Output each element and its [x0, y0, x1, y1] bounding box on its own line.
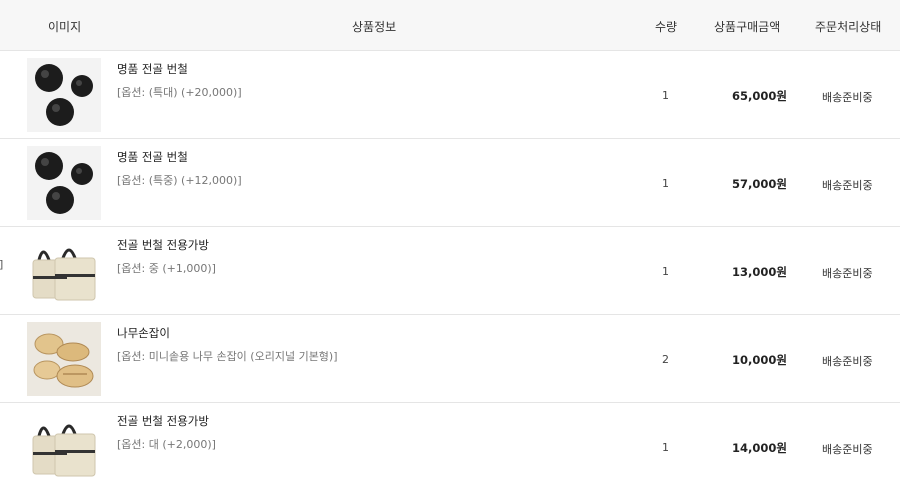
- header-image: 이미지: [48, 20, 82, 34]
- product-option: [옵션: 미니솥용 나무 손잡이 (오리지널 기본형)]: [117, 350, 338, 363]
- order-status: 배송준비중: [822, 355, 873, 368]
- product-option: [옵션: 중 (+1,000)]: [117, 262, 216, 275]
- quantity-value: 2: [662, 353, 669, 366]
- order-status: 배송준비중: [822, 443, 873, 456]
- product-name[interactable]: 전골 번철 전용가방: [117, 413, 209, 429]
- product-thumbnail[interactable]: [27, 234, 101, 308]
- order-status: 배송준비중: [822, 91, 873, 104]
- quantity-value: 1: [662, 89, 669, 102]
- table-header: 이미지 상품정보 수량 상품구매금액 주문처리상태: [0, 0, 900, 51]
- price-value: 10,000원: [732, 353, 787, 367]
- order-status: 배송준비중: [822, 267, 873, 280]
- header-product-info: 상품정보: [352, 20, 397, 34]
- product-thumbnail[interactable]: [27, 146, 101, 220]
- table-row: 명품 전골 번철 [옵션: (특중) (+12,000)] 1 57,000원 …: [0, 139, 900, 227]
- order-status: 배송준비중: [822, 179, 873, 192]
- product-option: [옵션: (특대) (+20,000)]: [117, 86, 242, 99]
- product-name[interactable]: 나무손잡이: [117, 325, 170, 341]
- wooden-handle-icon: [27, 322, 101, 396]
- canvas-bag-icon: [27, 410, 101, 484]
- product-option: [옵션: (특중) (+12,000)]: [117, 174, 242, 187]
- header-order-status: 주문처리상태: [815, 20, 882, 34]
- product-option: [옵션: 대 (+2,000)]: [117, 438, 216, 451]
- product-thumbnail[interactable]: [27, 322, 101, 396]
- product-thumbnail[interactable]: [27, 58, 101, 132]
- table-row: 나무손잡이 [옵션: 미니솥용 나무 손잡이 (오리지널 기본형)] 2 10,…: [0, 315, 900, 403]
- price-value: 13,000원: [732, 265, 787, 279]
- cast-iron-pan-icon: [27, 146, 101, 220]
- table-row: 전골 번철 전용가방 [옵션: 중 (+1,000)] 1 13,000원 배송…: [0, 227, 900, 315]
- quantity-value: 1: [662, 441, 669, 454]
- product-name[interactable]: 명품 전골 번철: [117, 61, 188, 77]
- product-name[interactable]: 명품 전골 번철: [117, 149, 188, 165]
- table-row: 전골 번철 전용가방 [옵션: 대 (+2,000)] 1 14,000원 배송…: [0, 403, 900, 489]
- header-price: 상품구매금액: [714, 20, 781, 34]
- price-value: 14,000원: [732, 441, 787, 455]
- quantity-value: 1: [662, 265, 669, 278]
- product-thumbnail[interactable]: [27, 410, 101, 484]
- product-name[interactable]: 전골 번철 전용가방: [117, 237, 209, 253]
- canvas-bag-icon: [27, 234, 101, 308]
- quantity-value: 1: [662, 177, 669, 190]
- price-value: 65,000원: [732, 89, 787, 103]
- cast-iron-pan-icon: [27, 58, 101, 132]
- table-row: 명품 전골 번철 [옵션: (특대) (+20,000)] 1 65,000원 …: [0, 51, 900, 139]
- price-value: 57,000원: [732, 177, 787, 191]
- header-quantity: 수량: [655, 20, 678, 34]
